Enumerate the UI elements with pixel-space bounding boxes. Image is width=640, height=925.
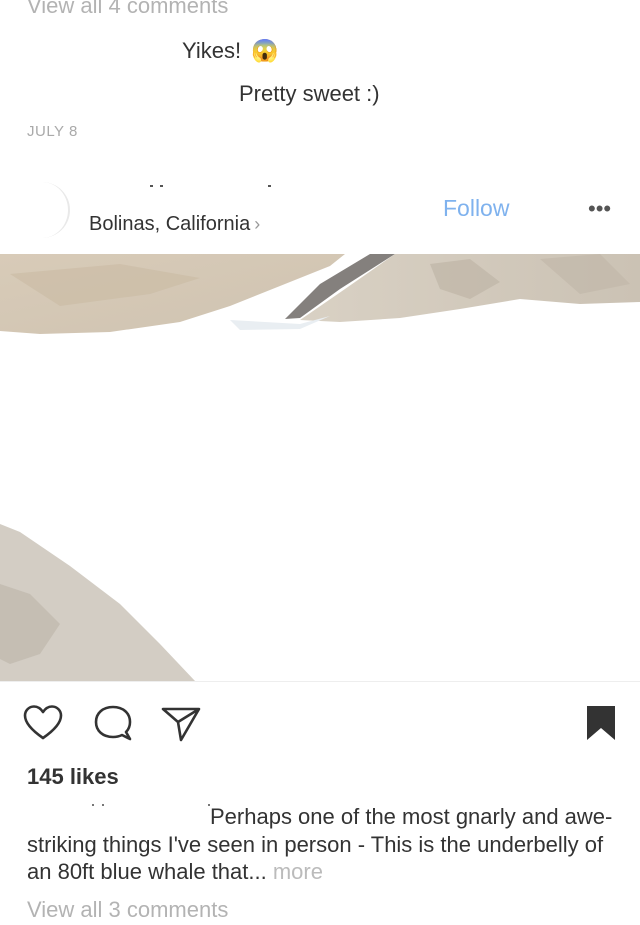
- post-date: JULY 8: [27, 123, 78, 140]
- bookmark-icon[interactable]: [580, 702, 622, 744]
- post-photo[interactable]: [0, 254, 640, 681]
- follow-button[interactable]: Follow: [443, 195, 509, 222]
- share-icon[interactable]: [160, 702, 202, 744]
- more-icon[interactable]: •••: [588, 196, 611, 222]
- location-label: Bolinas, California: [89, 213, 251, 235]
- caption-username-redacted: [92, 804, 210, 806]
- whale-underbelly-image: [0, 254, 640, 681]
- caption-more-link[interactable]: more: [273, 859, 323, 884]
- heart-icon[interactable]: [22, 702, 64, 744]
- avatar[interactable]: [14, 182, 70, 238]
- view-all-comments-link-top[interactable]: View all 4 comments: [27, 0, 228, 19]
- comment-1: Yikes! 😱: [182, 38, 279, 64]
- comment-2: Pretty sweet :): [239, 81, 380, 106]
- comment-1-text: Yikes!: [182, 38, 242, 63]
- username-redacted: [150, 185, 271, 187]
- view-all-comments-link[interactable]: View all 3 comments: [27, 897, 228, 923]
- chevron-right-icon: ›: [254, 214, 261, 234]
- screaming-face-emoji-icon: 😱: [251, 38, 279, 63]
- photo-divider: [0, 681, 640, 682]
- likes-count[interactable]: 145 likes: [27, 764, 119, 790]
- location-link[interactable]: Bolinas, California ›: [89, 213, 260, 236]
- caption: Perhaps one of the most gnarly and awe-s…: [27, 803, 617, 886]
- comment-icon[interactable]: [92, 702, 134, 744]
